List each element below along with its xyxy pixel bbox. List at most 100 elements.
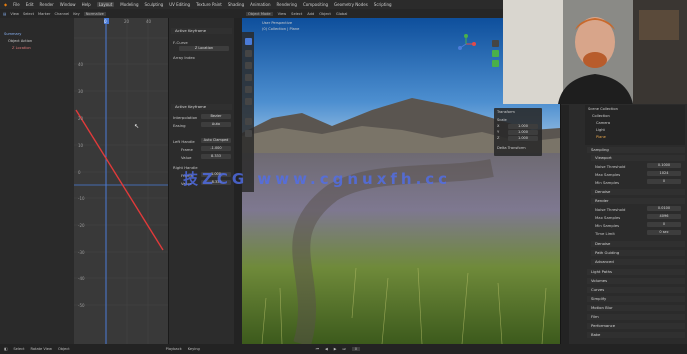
left-frame-label: Frame [181, 147, 193, 152]
panel-active-keyframe-header[interactable]: Active Keyframe [171, 28, 232, 34]
viewport-menu-add[interactable]: Add [307, 12, 314, 16]
current-frame-indicator[interactable]: 0 [104, 19, 107, 24]
scale-tool-icon[interactable] [245, 86, 252, 93]
play-icon[interactable]: ▶ [334, 347, 337, 351]
normalize-toggle[interactable]: Normalize [83, 11, 106, 16]
play-reverse-icon[interactable]: ◀ [325, 347, 328, 351]
tab-rendering[interactable]: Rendering [277, 2, 297, 7]
tab-geometry-nodes[interactable]: Geometry Nodes [334, 2, 368, 7]
bake-section[interactable]: Bake [587, 332, 685, 338]
viewport-noise-threshold-field[interactable]: 0.1000 [647, 163, 681, 168]
viewport-noise-threshold-label: Noise Threshold [595, 164, 626, 169]
move-tool-icon[interactable] [245, 62, 252, 69]
object-mode-select[interactable]: Object Mode [246, 11, 273, 16]
outliner-camera[interactable]: Camera [596, 121, 610, 125]
delta-transform-header[interactable]: Delta Transform [497, 146, 526, 150]
tab-layout[interactable]: Layout [96, 2, 115, 7]
time-limit-field[interactable]: 0 sec [647, 230, 681, 235]
n-panel-title[interactable]: Transform [497, 110, 515, 114]
viewport-menu-select[interactable]: Select [291, 12, 302, 16]
select-tool-icon[interactable] [245, 38, 252, 45]
menu-help[interactable]: Help [82, 2, 91, 7]
tab-texture-paint[interactable]: Texture Paint [196, 2, 222, 7]
time-limit-label: Time Limit [595, 231, 615, 236]
tab-sculpting[interactable]: Sculpting [145, 2, 164, 7]
navigation-gizmo-icon[interactable] [454, 32, 478, 56]
graph-menu-marker[interactable]: Marker [38, 12, 50, 16]
rotate-tool-icon[interactable] [245, 74, 252, 81]
properties-tabs[interactable] [561, 105, 569, 344]
sampling-section[interactable]: Sampling [587, 147, 685, 153]
volumes-section[interactable]: Volumes [587, 278, 685, 284]
viewport-subsection[interactable]: Viewport [591, 155, 685, 161]
viewport-menu-view[interactable]: View [278, 12, 287, 16]
easing-select[interactable]: Auto [201, 122, 231, 127]
render-subsection[interactable]: Render [591, 198, 685, 204]
left-handle-type[interactable]: Auto Clamped [201, 138, 231, 143]
graph-menu-key[interactable]: Key [73, 12, 80, 16]
scale-y-field[interactable]: 1.000 [508, 130, 538, 135]
menu-file[interactable]: File [13, 2, 20, 7]
jump-end-icon[interactable]: ⏭ [343, 347, 346, 351]
annotate-tool-icon[interactable] [245, 118, 252, 125]
tab-compositing[interactable]: Compositing [303, 2, 328, 7]
curves-section[interactable]: Curves [587, 287, 685, 293]
scale-z-field[interactable]: 1.000 [508, 136, 538, 141]
render-max-samples-field[interactable]: 4096 [647, 214, 681, 219]
outliner-scene-collection[interactable]: Scene Collection [588, 107, 618, 111]
advanced-subsection[interactable]: Advanced [591, 259, 685, 265]
channel-z-location[interactable]: Z Location [12, 46, 31, 50]
render-noise-threshold-field[interactable]: 0.0100 [647, 206, 681, 211]
tab-shading[interactable]: Shading [228, 2, 244, 7]
render-min-samples-field[interactable]: 0 [647, 222, 681, 227]
measure-tool-icon[interactable] [245, 130, 252, 137]
render-denoise-subsection[interactable]: Denoise [591, 241, 685, 247]
left-frame-field[interactable]: -1.000 [201, 146, 231, 151]
motion-blur-section[interactable]: Motion Blur [587, 305, 685, 311]
channel-summary[interactable]: Summary [4, 32, 21, 36]
interpolation-select[interactable]: Bezier [201, 114, 231, 119]
outliner-light[interactable]: Light [596, 128, 605, 132]
transform-tool-icon[interactable] [245, 98, 252, 105]
light-paths-section[interactable]: Light Paths [587, 269, 685, 275]
editor-type-icon[interactable]: ▤ [3, 12, 6, 16]
pan-icon[interactable] [492, 50, 499, 57]
blender-logo-icon[interactable]: ◆ [4, 2, 7, 7]
tab-modeling[interactable]: Modeling [120, 2, 138, 7]
status-current-frame[interactable]: 0 [351, 347, 361, 351]
tab-scripting[interactable]: Scripting [374, 2, 392, 7]
graph-editor[interactable]: ↖ 0 20 40 40 30 20 10 0 -10 -20 -30 -40 … [0, 18, 168, 344]
viewport-max-samples-field[interactable]: 1024 [647, 171, 681, 176]
viewport-denoise-subsection[interactable]: Denoise [591, 189, 685, 195]
scale-x-field[interactable]: 1.000 [508, 124, 538, 129]
viewport-min-samples-field[interactable]: 0 [647, 179, 681, 184]
status-playback[interactable]: Playback [166, 347, 182, 351]
status-keying[interactable]: Keying [188, 347, 200, 351]
viewport-menu-object[interactable]: Object [319, 12, 331, 16]
transform-orientation-select[interactable]: Global [336, 12, 347, 16]
active-keyframe-section[interactable]: Active Keyframe [171, 104, 232, 110]
outliner-collection[interactable]: Collection [592, 114, 610, 118]
left-value-field[interactable]: 8.333 [201, 154, 231, 159]
fcurve-name-field[interactable]: Z Location [179, 46, 229, 51]
graph-menu-view[interactable]: View [10, 12, 19, 16]
film-section[interactable]: Film [587, 314, 685, 320]
camera-view-icon[interactable] [492, 60, 499, 67]
tab-animation[interactable]: Animation [250, 2, 270, 7]
path-guiding-subsection[interactable]: Path Guiding [591, 250, 685, 256]
graph-menu-channel[interactable]: Channel [54, 12, 69, 16]
graph-canvas[interactable]: ↖ [0, 18, 168, 344]
performance-section[interactable]: Performance [587, 323, 685, 329]
menu-window[interactable]: Window [60, 2, 76, 7]
jump-start-icon[interactable]: ⏮ [316, 347, 319, 351]
tab-uv-editing[interactable]: UV Editing [169, 2, 190, 7]
menu-edit[interactable]: Edit [26, 2, 34, 7]
menu-render[interactable]: Render [40, 2, 54, 7]
graph-menu-select[interactable]: Select [23, 12, 34, 16]
cursor-tool-icon[interactable] [245, 50, 252, 57]
outliner-plane[interactable]: Plane [596, 135, 606, 139]
value-tick: -40 [78, 276, 85, 281]
simplify-section[interactable]: Simplify [587, 296, 685, 302]
zoom-icon[interactable] [492, 40, 499, 47]
channel-object-action[interactable]: Object Action [8, 39, 32, 43]
